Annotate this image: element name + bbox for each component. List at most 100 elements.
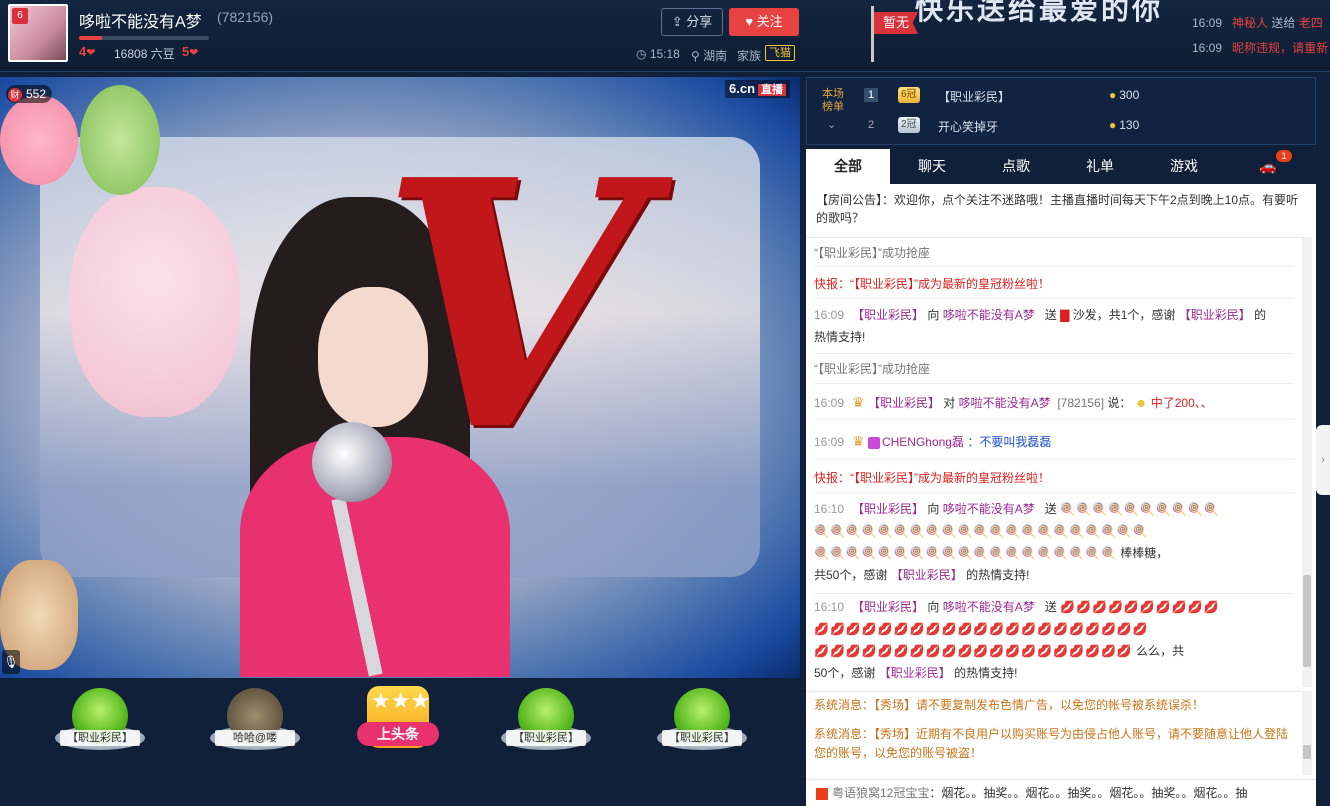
message-user[interactable]: 【职业彩民】: [1179, 308, 1251, 322]
stream-time: 15:18: [649, 47, 680, 61]
chevron-down-icon[interactable]: ⌄: [827, 118, 836, 131]
message-text: 共50个，感谢: [814, 568, 888, 582]
rank-user-name[interactable]: 开心笑掉牙: [938, 118, 998, 135]
banner-text: 快乐送给最爱的你: [915, 0, 1164, 25]
system-message: 系统消息：【秀场】近期有不良用户以购买账号为由侵占他人账号，请不要随意让他人登陆…: [814, 725, 1294, 763]
message-user[interactable]: 【职业彩民】: [852, 502, 924, 516]
broadcast-text: ：烟花。。抽奖。。烟花。。抽奖。。烟花。。抽奖。。烟花。。抽: [929, 786, 1248, 800]
message-host[interactable]: 哆啦不能没有A梦: [943, 308, 1035, 322]
crown-badge: 2冠: [898, 117, 920, 133]
share-icon: ⇪: [671, 14, 687, 29]
tab-all[interactable]: 全部: [806, 149, 890, 184]
scrollbar-thumb[interactable]: [1303, 575, 1311, 667]
system-scrollbar[interactable]: [1302, 691, 1312, 775]
seat-4[interactable]: 【职业彩民】: [496, 688, 596, 778]
tab-song[interactable]: 点歌: [974, 149, 1058, 184]
gift-text: 棒棒糖，: [1120, 546, 1169, 560]
broadcast-marquee: 粤语狼窝12冠宝宝：烟花。。抽奖。。烟花。。抽奖。。烟花。。抽奖。。烟花。。抽: [806, 779, 1316, 806]
gift-text: 沙发，共1个，感谢: [1072, 308, 1176, 322]
ranking-row[interactable]: 2 2冠 开心笑掉牙 ● 130: [864, 113, 1304, 139]
notice-time: 16:09: [1192, 41, 1223, 55]
chat-message: 16:10 【职业彩民】 向 哆啦不能没有A梦 送 💋💋💋💋💋💋💋💋💋💋 💋💋💋💋…: [814, 596, 1294, 684]
right-strip: [1316, 77, 1330, 425]
heart-icon: ❤: [189, 47, 199, 59]
vip-icon: [867, 436, 880, 449]
share-button[interactable]: ⇪ 分享: [661, 8, 723, 36]
message-user[interactable]: 【职业彩民】: [879, 666, 951, 680]
message-host[interactable]: 哆啦不能没有A梦: [943, 502, 1035, 516]
chat-messages: “【职业彩民】”成功抢座 快报：“【职业彩民】”成为最新的皇冠粉丝啦！ 16:0…: [806, 237, 1302, 687]
rank-score: ● 130: [1109, 118, 1139, 132]
message-user[interactable]: 【职业彩民】: [891, 568, 963, 582]
message-text: 50个，感谢: [814, 666, 876, 680]
room-id: (782156): [217, 9, 274, 25]
tab-gift-list[interactable]: 礼单: [1058, 149, 1142, 184]
message-host[interactable]: 哆啦不能没有A梦: [943, 600, 1035, 614]
headline-button[interactable]: ★★★ 上头条: [357, 686, 439, 764]
notice-target[interactable]: 老四: [1299, 16, 1323, 30]
divider: [814, 419, 1294, 420]
message-user[interactable]: CHENGhong磊: [882, 435, 964, 449]
chat-message: “【职业彩民】”成功抢座: [814, 242, 1294, 264]
chevron-right-icon[interactable]: ›: [1316, 425, 1330, 495]
chat-scrollbar[interactable]: [1302, 237, 1312, 687]
follow-button[interactable]: ♥ 关注: [729, 8, 799, 36]
headline-label: 上头条: [357, 722, 439, 746]
gift-text: 么么，共: [1136, 644, 1185, 658]
tab-car[interactable]: 🚗 1: [1226, 149, 1310, 184]
lollipop-icon: 🍭🍭🍭🍭🍭🍭🍭🍭🍭🍭🍭🍭🍭🍭🍭🍭🍭🍭🍭: [814, 546, 1117, 560]
location-pin-icon: ⚲: [691, 49, 704, 63]
notice-text: 昵称违规，: [1232, 41, 1293, 55]
message-user[interactable]: 【职业彩民】: [852, 308, 924, 322]
lollipop-icon: 🍭🍭🍭🍭🍭🍭🍭🍭🍭🍭: [1060, 502, 1220, 516]
beans-count: 16808 六豆: [114, 47, 175, 61]
message-host[interactable]: 哆啦不能没有A梦: [959, 396, 1051, 410]
coin-icon: ●: [1109, 88, 1117, 102]
message-text: “【职业彩民】”成功抢座: [814, 362, 930, 376]
message-text: ：不要叫我磊磊: [967, 435, 1052, 449]
message-time: 16:09: [814, 435, 845, 449]
level-progress-bar: [79, 36, 209, 40]
chat-message: 快报：“【职业彩民】”成为最新的皇冠粉丝啦！: [814, 467, 1294, 489]
seat-label: 【职业彩民】: [506, 730, 586, 746]
car-icon: 🚗: [1259, 158, 1277, 174]
host-avatar[interactable]: 6: [8, 4, 68, 62]
message-verb: 向: [927, 600, 940, 614]
seat-5[interactable]: 【职业彩民】: [652, 688, 752, 778]
tab-games[interactable]: 游戏: [1142, 149, 1226, 184]
family-tag[interactable]: 飞猫: [765, 45, 795, 61]
microphone-icon[interactable]: 🎙: [2, 650, 20, 674]
rank-user-name[interactable]: 【职业彩民】: [938, 88, 1010, 105]
seat-1[interactable]: 【职业彩民】: [50, 688, 150, 778]
chat-message: 16:09 ♛ CHENGhong磊 ：不要叫我磊磊: [814, 430, 1294, 453]
message-time: 16:09: [814, 396, 845, 410]
teddy-bear: [70, 187, 240, 417]
message-user[interactable]: 【职业彩民】: [868, 396, 940, 410]
current-level: 4❤: [79, 44, 95, 59]
notice-line-2: 16:09 昵称违规，请重新: [1192, 39, 1328, 56]
location-text: 湖南: [703, 49, 728, 63]
seat-2[interactable]: 哈哈@喽: [205, 688, 305, 778]
scrollbar-thumb[interactable]: [1303, 745, 1311, 759]
host-name[interactable]: 哆啦不能没有A梦: [79, 8, 202, 32]
message-verb: 送: [1044, 308, 1057, 322]
notice-extra: 请重新: [1292, 41, 1329, 55]
frog-sticker: [80, 85, 160, 195]
top-flag[interactable]: 暂无: [874, 12, 918, 34]
crown-icon: ♛: [852, 394, 865, 410]
message-user[interactable]: 【职业彩民】: [852, 600, 924, 614]
wealth-icon: 财: [8, 88, 22, 102]
message-verb: 送: [1044, 600, 1057, 614]
wealth-badge: 财 552: [6, 85, 53, 103]
next-level: 5❤: [182, 44, 198, 59]
ranking-row[interactable]: 1 6冠 【职业彩民】 ● 300: [864, 83, 1304, 109]
broadcast-user[interactable]: 粤语狼窝12冠宝宝: [832, 786, 929, 800]
message-verb: 送: [1044, 502, 1057, 516]
notice-user[interactable]: 神秘人: [1232, 16, 1268, 30]
rank-number: 1: [864, 88, 878, 102]
message-text: “【职业彩民】”成为最新的皇冠粉丝啦！: [850, 277, 1051, 291]
message-text: 热情支持!: [814, 330, 866, 344]
crown-icon: ♛: [852, 433, 865, 449]
smiley-icon: ☻: [1134, 396, 1148, 410]
tab-chat[interactable]: 聊天: [890, 149, 974, 184]
